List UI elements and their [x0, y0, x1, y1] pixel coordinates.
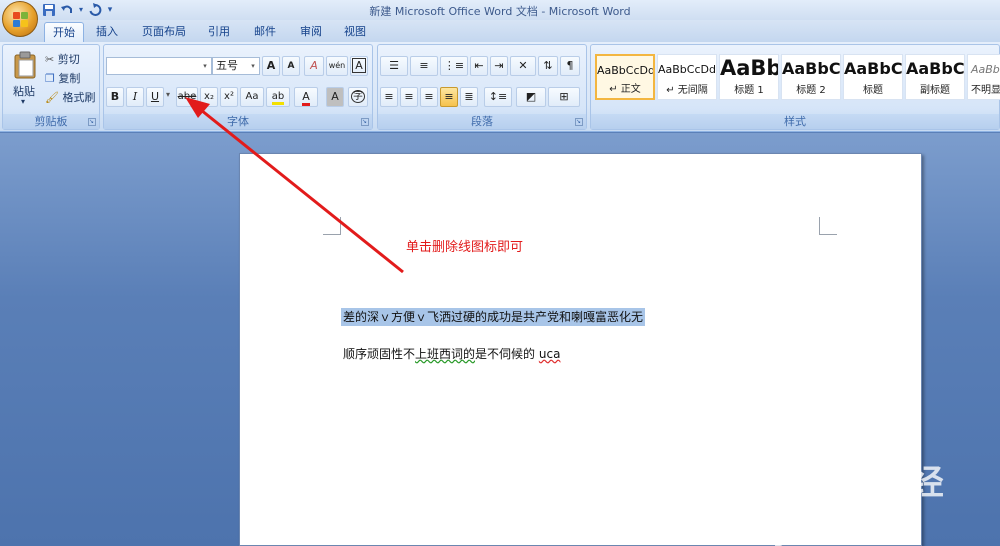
- paragraph-text: 顺序顽固性不: [343, 347, 416, 361]
- baidu-logo: Bai du 经验: [770, 463, 945, 546]
- watermark-url: jingyan.baidu.com: [770, 503, 909, 521]
- body-paragraph[interactable]: 顺序顽固性不上班西词的是不伺候的 uca: [343, 345, 560, 363]
- baidu-watermark: Bai du 经验 jingyan.baidu.com: [770, 455, 970, 546]
- selected-paragraph[interactable]: 差的深ｖ方便ｖ飞洒过硬的成功是共产党和喇嘎富恶化无: [341, 308, 646, 326]
- grammar-flagged-text: 上班西词的: [415, 347, 476, 361]
- spelling-flagged-text: uca: [538, 347, 561, 361]
- paragraph-text: 是不伺候的: [475, 347, 539, 361]
- office-logo-icon: [13, 12, 29, 28]
- office-button[interactable]: [2, 1, 38, 37]
